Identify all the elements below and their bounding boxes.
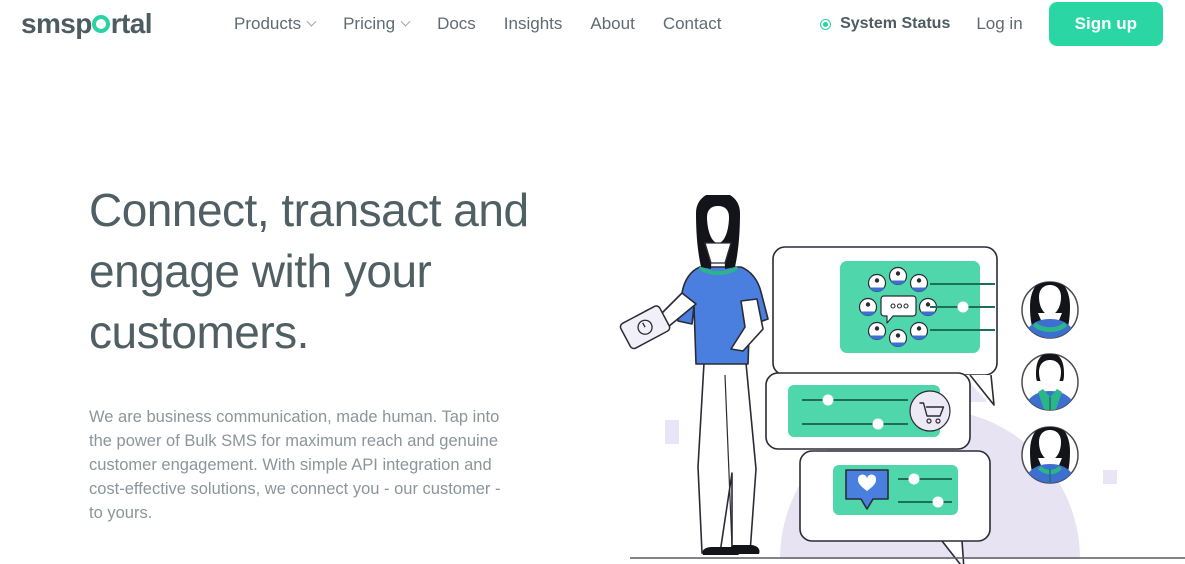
login-link[interactable]: Log in bbox=[976, 14, 1022, 34]
hero-illustration bbox=[600, 195, 1185, 564]
logo-o-ring-icon bbox=[92, 15, 111, 33]
site-header: smsp rtal Products Pricing Docs Insights … bbox=[0, 0, 1185, 48]
avatar-customer-2 bbox=[1021, 353, 1079, 411]
page-root: smsp rtal Products Pricing Docs Insights … bbox=[0, 0, 1185, 564]
nav-item-label: Products bbox=[234, 14, 302, 33]
shopping-cart-icon bbox=[909, 390, 951, 432]
nav-item-label: Pricing bbox=[343, 14, 396, 33]
system-status-link[interactable]: System Status bbox=[820, 15, 950, 33]
hero-title-line-2: engage with your bbox=[89, 245, 432, 297]
decor-square-3 bbox=[1103, 470, 1117, 484]
nav-item-about[interactable]: About bbox=[590, 14, 634, 34]
woman-with-phone-illustration bbox=[619, 195, 769, 555]
logo-text-prefix: smsp bbox=[21, 8, 92, 39]
decor-square-1 bbox=[665, 420, 679, 444]
hero-title-line-3: customers. bbox=[89, 306, 309, 358]
logo-text-suffix: rtal bbox=[110, 8, 153, 39]
nav-item-label: About bbox=[590, 14, 635, 33]
nav-item-insights[interactable]: Insights bbox=[504, 14, 563, 34]
primary-navigation: Products Pricing Docs Insights About Con… bbox=[234, 0, 721, 48]
header-actions: System Status Log in Sign up bbox=[820, 0, 1163, 48]
hero-description: We are business communication, made huma… bbox=[89, 408, 501, 522]
avatar-customer-1 bbox=[1021, 281, 1079, 339]
signup-button[interactable]: Sign up bbox=[1048, 2, 1163, 46]
shoe-right bbox=[723, 545, 760, 554]
hero-text-block: Connect, transact and engage with your c… bbox=[89, 180, 559, 525]
nav-item-label: Docs bbox=[437, 14, 476, 33]
status-indicator-icon bbox=[820, 18, 832, 30]
chevron-down-icon bbox=[400, 16, 411, 27]
page-title: Connect, transact and engage with your c… bbox=[89, 180, 559, 363]
chevron-down-icon bbox=[306, 16, 317, 27]
nav-item-docs[interactable]: Docs bbox=[437, 14, 476, 34]
shopping-bubble bbox=[765, 372, 971, 450]
nav-item-contact[interactable]: Contact bbox=[663, 14, 722, 34]
system-status-label: System Status bbox=[840, 15, 951, 32]
nav-item-pricing[interactable]: Pricing bbox=[343, 14, 411, 34]
hero-title-line-1: Connect, transact and bbox=[89, 184, 529, 236]
nav-item-label: Insights bbox=[503, 14, 563, 33]
nav-item-label: Contact bbox=[662, 14, 722, 33]
nav-item-products[interactable]: Products bbox=[234, 14, 317, 34]
brand-logo[interactable]: smsp rtal bbox=[21, 8, 153, 39]
